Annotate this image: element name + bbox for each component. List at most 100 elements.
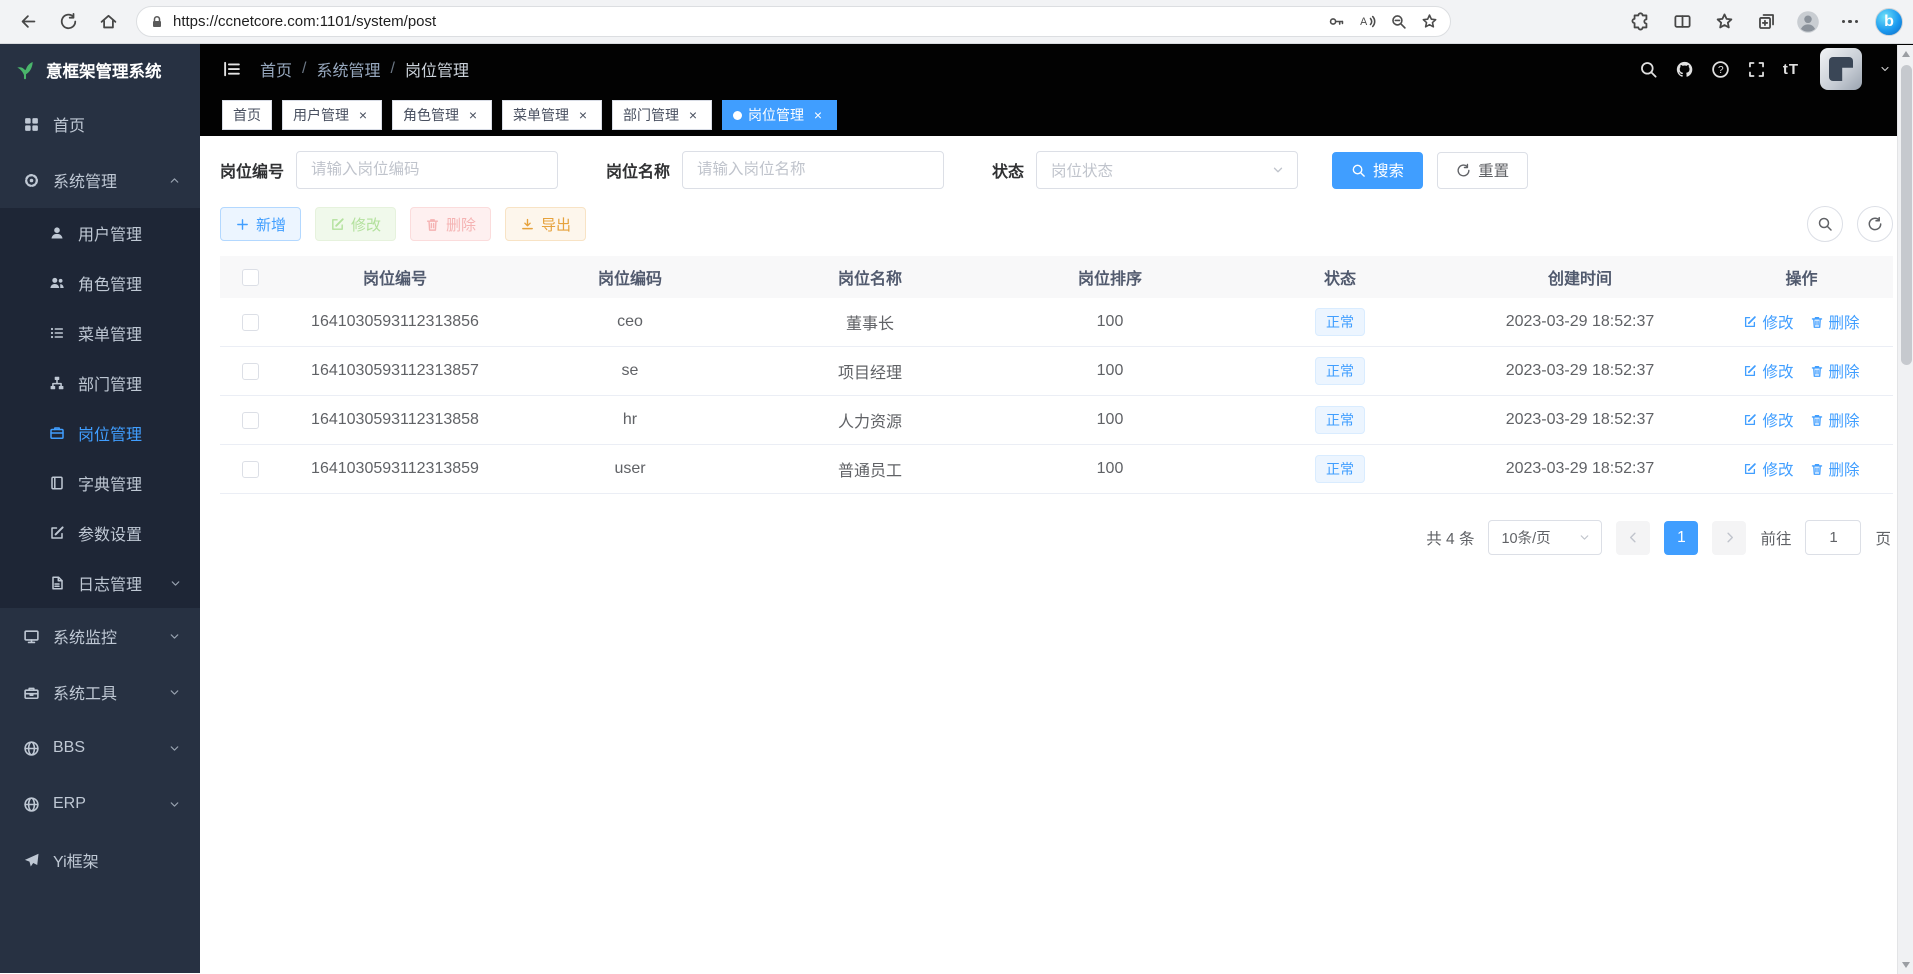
- tab-close-icon[interactable]: ×: [810, 107, 826, 123]
- select-all-checkbox[interactable]: [242, 269, 259, 286]
- post-code-label: 岗位编号: [220, 158, 284, 182]
- reset-button[interactable]: 重置: [1437, 152, 1528, 189]
- breadcrumb-home[interactable]: 首页: [260, 57, 292, 81]
- password-key-icon[interactable]: [1328, 13, 1345, 30]
- favorites-star-icon: [1715, 12, 1734, 31]
- github-icon[interactable]: [1675, 60, 1694, 79]
- collections-button[interactable]: [1749, 5, 1783, 39]
- post-code-input[interactable]: [296, 151, 558, 189]
- view-tab[interactable]: 菜单管理 ×: [502, 100, 602, 130]
- row-edit-link[interactable]: 修改: [1743, 409, 1793, 431]
- refresh-icon: [1867, 216, 1883, 232]
- sidebar-group-bbs[interactable]: BBS: [0, 720, 200, 776]
- row-edit-link[interactable]: 修改: [1743, 311, 1793, 333]
- book-icon: [48, 475, 66, 491]
- avatar-caret-icon[interactable]: [1879, 63, 1891, 75]
- site-lock-icon[interactable]: [149, 14, 165, 30]
- header-search-icon[interactable]: [1639, 60, 1658, 79]
- breadcrumb-current: 岗位管理: [405, 57, 469, 81]
- search-button[interactable]: 搜索: [1332, 152, 1423, 189]
- tab-close-icon[interactable]: ×: [355, 107, 371, 123]
- view-tab[interactable]: 角色管理 ×: [392, 100, 492, 130]
- row-delete-link[interactable]: 删除: [1810, 311, 1860, 333]
- status-badge: 正常: [1315, 308, 1365, 336]
- delete-button[interactable]: 删除: [410, 207, 491, 241]
- row-checkbox[interactable]: [242, 363, 259, 380]
- zoom-out-icon[interactable]: [1390, 13, 1407, 30]
- user-avatar[interactable]: [1820, 48, 1862, 90]
- tab-close-icon[interactable]: ×: [575, 107, 591, 123]
- users-icon: [48, 275, 66, 291]
- sidebar-group-monitoring[interactable]: 系统监控: [0, 608, 200, 664]
- sidebar-item-departments[interactable]: 部门管理: [0, 358, 200, 408]
- profile-button[interactable]: [1791, 5, 1825, 39]
- sidebar-item-posts[interactable]: 岗位管理: [0, 408, 200, 458]
- view-tab[interactable]: 首页: [222, 100, 272, 130]
- help-icon[interactable]: ?: [1711, 60, 1730, 79]
- page-number-button[interactable]: 1: [1664, 521, 1698, 555]
- sidebar-group-system[interactable]: 系统管理: [0, 152, 200, 208]
- extensions-button[interactable]: [1623, 5, 1657, 39]
- page-header: 首页 / 系统管理 / 岗位管理 ? tT: [200, 44, 1913, 94]
- extensions-puzzle-icon: [1631, 12, 1650, 31]
- fullscreen-icon[interactable]: [1747, 60, 1766, 79]
- browser-home-button[interactable]: [90, 5, 126, 39]
- sidebar-item-parameters[interactable]: 参数设置: [0, 508, 200, 558]
- toggle-search-button[interactable]: [1807, 206, 1843, 242]
- edit-pen-icon: [330, 217, 345, 232]
- view-tab[interactable]: 部门管理 ×: [612, 100, 712, 130]
- browser-back-button[interactable]: [10, 5, 46, 39]
- view-tab[interactable]: 用户管理 ×: [282, 100, 382, 130]
- favorites-button[interactable]: [1707, 5, 1741, 39]
- next-page-button[interactable]: [1712, 521, 1746, 555]
- sidebar-group-logs[interactable]: 日志管理: [0, 558, 200, 608]
- sidebar-item-framework[interactable]: Yi框架: [0, 832, 200, 888]
- fold-menu-icon[interactable]: [222, 59, 242, 79]
- sidebar-item-roles[interactable]: 角色管理: [0, 258, 200, 308]
- row-edit-link[interactable]: 修改: [1743, 458, 1793, 480]
- split-screen-button[interactable]: [1665, 5, 1699, 39]
- row-edit-link[interactable]: 修改: [1743, 360, 1793, 382]
- copilot-bing-icon[interactable]: b: [1875, 8, 1903, 36]
- prev-page-button[interactable]: [1616, 521, 1650, 555]
- tab-close-icon[interactable]: ×: [685, 107, 701, 123]
- address-bar[interactable]: https://ccnetcore.com:1101/system/post A: [136, 6, 1451, 37]
- page-size-select[interactable]: 10条/页: [1488, 520, 1602, 555]
- trash-icon: [1810, 462, 1824, 476]
- row-checkbox[interactable]: [242, 314, 259, 331]
- browser-scrollbar[interactable]: [1897, 45, 1913, 974]
- reset-refresh-icon: [1456, 163, 1471, 178]
- url-text[interactable]: https://ccnetcore.com:1101/system/post: [173, 13, 1328, 30]
- read-aloud-icon[interactable]: A: [1359, 13, 1376, 30]
- globe-icon: [22, 796, 41, 813]
- row-delete-link[interactable]: 删除: [1810, 360, 1860, 382]
- status-select[interactable]: 岗位状态: [1036, 151, 1298, 189]
- scrollbar-thumb[interactable]: [1901, 65, 1912, 365]
- tab-close-icon[interactable]: ×: [465, 107, 481, 123]
- sidebar-item-users[interactable]: 用户管理: [0, 208, 200, 258]
- breadcrumb-system[interactable]: 系统管理: [316, 57, 380, 81]
- scroll-up-arrow[interactable]: [1902, 51, 1910, 57]
- post-name-input[interactable]: [682, 151, 944, 189]
- sidebar-group-erp[interactable]: ERP: [0, 776, 200, 832]
- browser-refresh-button[interactable]: [50, 5, 86, 39]
- row-delete-link[interactable]: 删除: [1810, 458, 1860, 480]
- add-button[interactable]: 新增: [220, 207, 301, 241]
- sidebar-item-dictionary[interactable]: 字典管理: [0, 458, 200, 508]
- row-checkbox[interactable]: [242, 461, 259, 478]
- row-checkbox[interactable]: [242, 412, 259, 429]
- cell-post-sort: 100: [990, 362, 1230, 380]
- scroll-down-arrow[interactable]: [1902, 962, 1910, 968]
- row-delete-link[interactable]: 删除: [1810, 409, 1860, 431]
- sidebar-item-home[interactable]: 首页: [0, 96, 200, 152]
- sidebar-item-menus[interactable]: 菜单管理: [0, 308, 200, 358]
- edit-button[interactable]: 修改: [315, 207, 396, 241]
- sidebar-group-tools[interactable]: 系统工具: [0, 664, 200, 720]
- view-tab[interactable]: 岗位管理 ×: [722, 100, 837, 130]
- add-favorite-star-icon[interactable]: [1421, 13, 1438, 30]
- goto-page-input[interactable]: [1805, 520, 1861, 555]
- export-button[interactable]: 导出: [505, 207, 586, 241]
- browser-menu-button[interactable]: [1833, 5, 1867, 39]
- font-size-icon[interactable]: tT: [1783, 61, 1799, 78]
- refresh-table-button[interactable]: [1857, 206, 1893, 242]
